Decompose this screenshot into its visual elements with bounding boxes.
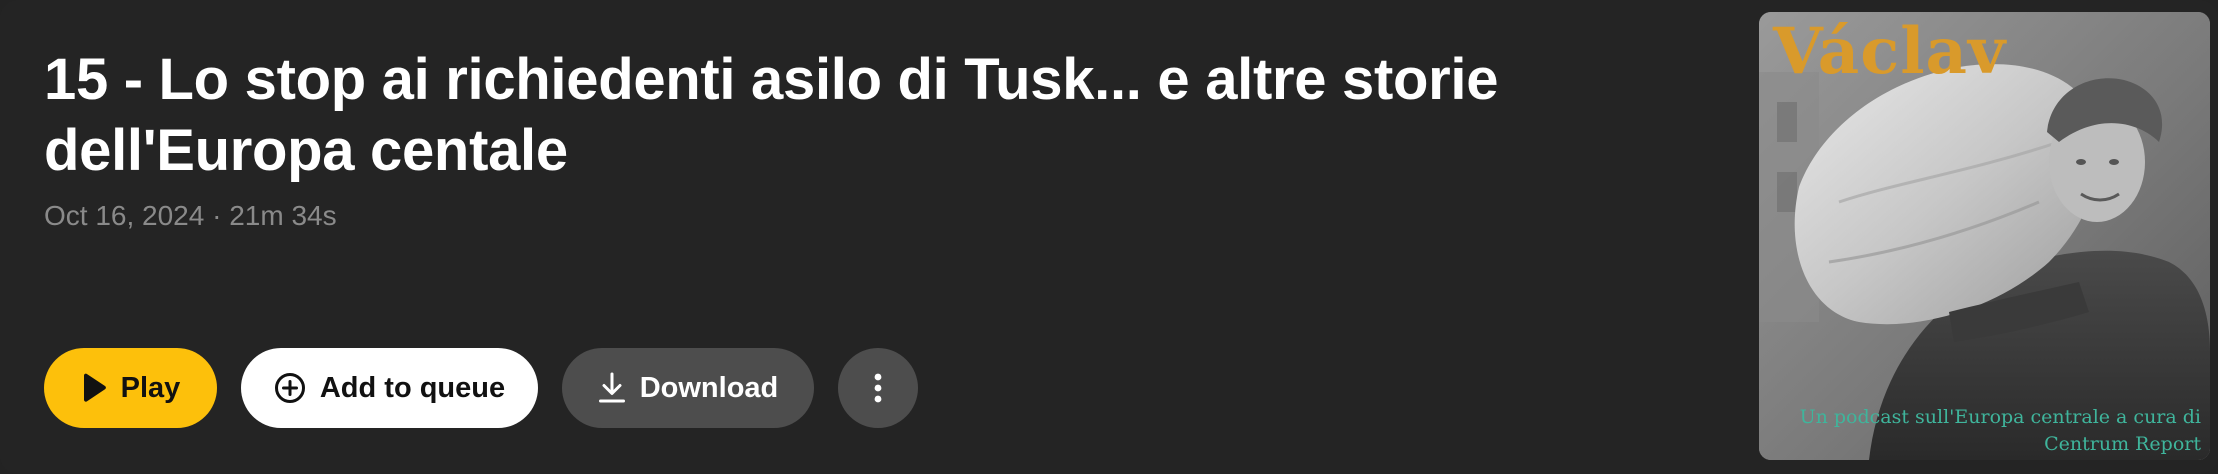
add-circle-icon (274, 372, 306, 404)
play-icon (81, 373, 107, 403)
meta-separator: · (212, 200, 222, 231)
podcast-cover-art: Václav Un podcast sull'Europa centrale a… (1759, 12, 2210, 460)
download-icon (598, 372, 626, 404)
add-to-queue-label: Add to queue (319, 371, 506, 404)
episode-meta: Oct 16, 2024 · 21m 34s (44, 198, 337, 234)
episode-header: 15 - Lo stop ai richiedenti asilo di Tus… (0, 0, 2218, 474)
download-label: Download (639, 371, 779, 404)
episode-title: 15 - Lo stop ai richiedenti asilo di Tus… (44, 47, 1499, 183)
cover-caption: Un podcast sull'Europa centrale a cura d… (1799, 406, 2201, 455)
play-button-label: Play (120, 371, 181, 404)
play-button[interactable]: Play (44, 348, 217, 428)
episode-duration: 21m 34s (229, 200, 337, 231)
episode-date: Oct 16, 2024 (44, 200, 205, 231)
download-button[interactable]: Download (562, 348, 814, 428)
more-options-button[interactable] (838, 348, 918, 428)
add-to-queue-button[interactable]: Add to queue (241, 348, 538, 428)
cover-title: Václav (1773, 14, 2007, 89)
more-vertical-icon (873, 372, 883, 404)
